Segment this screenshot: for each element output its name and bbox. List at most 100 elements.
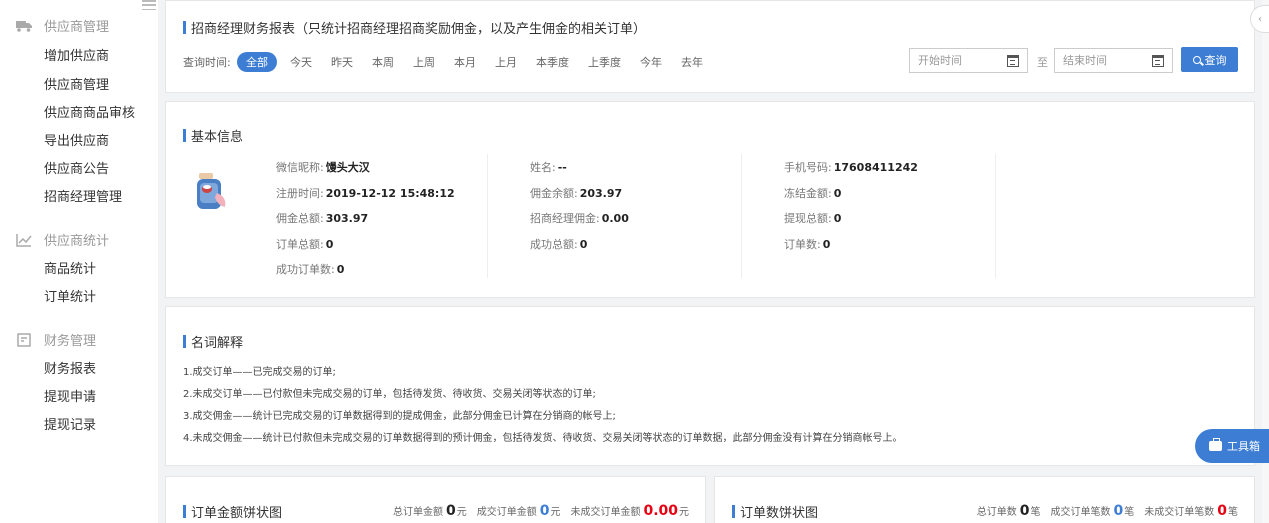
toolbox-button[interactable]: 工具箱: [1195, 429, 1269, 463]
info-field: 手机号码: 17608411242: [784, 159, 918, 175]
info-label: 佣金余额:: [530, 186, 578, 200]
sidebar-item-order-stats[interactable]: 订单统计: [44, 286, 96, 305]
glossary-card: 名词解释 1.成交订单——已完成交易的订单; 2.未成交订单——已付款但未完成交…: [165, 306, 1255, 466]
sidebar-group-finance[interactable]: 财务管理: [16, 330, 96, 349]
basic-info-card: 基本信息 微信昵称: 馒头大汉 注册时间: 2019-12-12 15:48:12 佣金…: [165, 101, 1255, 298]
search-button[interactable]: 查询: [1181, 47, 1238, 72]
query-time-label: 查询时间:: [183, 56, 231, 69]
page-title: 招商经理财务报表（只统计招商经理招商奖励佣金，以及产生佣金的相关订单）: [183, 18, 646, 37]
basic-info-title: 基本信息: [183, 126, 243, 145]
time-filter-3[interactable]: 本周: [372, 52, 394, 72]
info-label: 冻结金额:: [784, 186, 832, 200]
glossary-title: 名词解释: [183, 332, 243, 351]
column-divider: [995, 154, 996, 278]
undone-amount-value: 0.00: [643, 503, 678, 519]
undone-count-label: 未成交订单笔数: [1144, 507, 1215, 518]
sidebar-group-label: 供应商统计: [44, 234, 110, 249]
sidebar: 供应商管理 增加供应商 供应商管理 供应商商品审核 导出供应商 供应商公告 招商…: [0, 0, 158, 523]
time-filter-0[interactable]: 全部: [237, 52, 277, 72]
line-chart-icon: [16, 233, 32, 247]
sidebar-item-withdraw-apply[interactable]: 提现申请: [44, 386, 96, 405]
column-divider: [487, 154, 488, 278]
time-filter-6[interactable]: 上月: [495, 52, 517, 72]
order-count-chart-card: 订单数饼状图 总订单数 0 笔 成交订单笔数 0 笔 未成交订单笔数 0 笔: [714, 476, 1255, 523]
time-filter-group: 全部 今天 昨天 本周 上周 本月 上月 本季度 上季度 今年 去年: [237, 52, 722, 72]
info-label: 手机号码:: [784, 161, 832, 174]
time-filter-9[interactable]: 今年: [640, 52, 662, 72]
info-field: 佣金余额: 203.97: [530, 185, 622, 201]
sidebar-item-add-supplier[interactable]: 增加供应商: [44, 45, 109, 64]
order-amount-chart-card: 订单金额饼状图 总订单金额 0 元 成交订单金额 0 元 未成交订单金额 0.0…: [165, 476, 706, 523]
time-filter-8[interactable]: 上季度: [588, 52, 621, 72]
order-count-chart-title: 订单数饼状图: [732, 502, 818, 521]
sidebar-item-withdraw-record[interactable]: 提现记录: [44, 414, 96, 433]
sidebar-item-export-supplier[interactable]: 导出供应商: [44, 130, 109, 149]
info-field: 招商经理佣金: 0.00: [530, 210, 629, 226]
calendar-icon[interactable]: [1007, 55, 1019, 67]
info-label: 订单总额:: [276, 237, 324, 251]
time-filter-2[interactable]: 昨天: [331, 52, 353, 72]
sidebar-item-product-review[interactable]: 供应商商品审核: [44, 102, 135, 121]
sidebar-item-product-stats[interactable]: 商品统计: [44, 258, 96, 277]
sidebar-group-label: 供应商管理: [44, 20, 110, 35]
done-amount-value: 0: [539, 503, 550, 519]
total-amount-label: 总订单金额: [392, 507, 443, 518]
start-date-input[interactable]: [918, 54, 1008, 67]
info-field: 姓名: --: [530, 159, 567, 175]
sidebar-item-finance-report[interactable]: 财务报表: [44, 358, 96, 377]
glossary-line: 4.未成交佣金——统计已付款但未完成交易的订单数据得到的预计佣金，包括待发货、待…: [183, 433, 903, 444]
info-value: 0: [336, 263, 345, 276]
unit: 元: [456, 507, 467, 518]
column-divider: [741, 154, 742, 278]
total-count-value: 0: [1019, 503, 1030, 519]
info-field: 订单数: 0: [784, 236, 830, 252]
chevron-left-icon: ‹: [1258, 13, 1262, 25]
info-value: 馒头大汉: [325, 161, 370, 174]
info-label: 招商经理佣金:: [530, 212, 600, 225]
info-label: 注册时间:: [276, 186, 324, 200]
time-filter-1[interactable]: 今天: [290, 52, 312, 72]
info-label: 佣金总额:: [276, 212, 324, 225]
sidebar-group-stats[interactable]: 供应商统计: [16, 230, 109, 249]
time-filter-4[interactable]: 上周: [413, 52, 435, 72]
info-field: 佣金总额: 303.97: [276, 210, 368, 226]
info-value: 0: [833, 212, 842, 225]
sidebar-item-supplier-notice[interactable]: 供应商公告: [44, 158, 109, 177]
undone-amount-label: 未成交订单金额: [570, 507, 641, 518]
unit: 笔: [1124, 507, 1135, 518]
calendar-icon[interactable]: [1152, 55, 1164, 67]
time-filter-5[interactable]: 本月: [454, 52, 476, 72]
time-filter-7[interactable]: 本季度: [536, 52, 569, 72]
unit: 笔: [1228, 507, 1238, 518]
done-amount-label: 成交订单金额: [476, 507, 537, 518]
unit: 元: [679, 507, 689, 518]
toolbox-label: 工具箱: [1227, 440, 1260, 453]
to-label: 至: [1037, 56, 1048, 69]
order-amount-stats: 总订单金额 0 元 成交订单金额 0 元 未成交订单金额 0.00 元: [393, 503, 689, 519]
sidebar-group-label: 财务管理: [44, 334, 97, 349]
sidebar-item-manager-manage[interactable]: 招商经理管理: [44, 186, 122, 205]
menu-toggle-icon[interactable]: [142, 0, 156, 10]
time-filter-10[interactable]: 去年: [681, 52, 703, 72]
report-filter-card: 招商经理财务报表（只统计招商经理招商奖励佣金，以及产生佣金的相关订单） 查询时间…: [165, 0, 1255, 93]
truck-icon: [16, 19, 32, 33]
end-date-field[interactable]: [1054, 48, 1173, 73]
unit: 元: [550, 507, 561, 518]
info-label: 订单数:: [784, 237, 821, 251]
info-label: 微信昵称:: [276, 161, 324, 174]
avatar: [191, 165, 235, 213]
info-label: 成功总额:: [530, 237, 578, 251]
sidebar-item-supplier-manage[interactable]: 供应商管理: [44, 74, 109, 93]
undone-count-value: 0: [1217, 503, 1227, 519]
start-date-field[interactable]: [909, 48, 1028, 73]
order-count-stats: 总订单数 0 笔 成交订单笔数 0 笔 未成交订单笔数 0 笔: [977, 503, 1238, 519]
sidebar-group-supplier[interactable]: 供应商管理: [16, 16, 109, 35]
info-label: 姓名:: [530, 161, 556, 174]
info-value: 203.97: [579, 186, 623, 200]
info-value: 303.97: [325, 212, 369, 225]
done-count-value: 0: [1113, 503, 1124, 519]
briefcase-icon: [1209, 438, 1222, 451]
info-value: 17608411242: [833, 161, 918, 174]
end-date-input[interactable]: [1063, 54, 1153, 67]
info-value: 0: [822, 237, 831, 251]
